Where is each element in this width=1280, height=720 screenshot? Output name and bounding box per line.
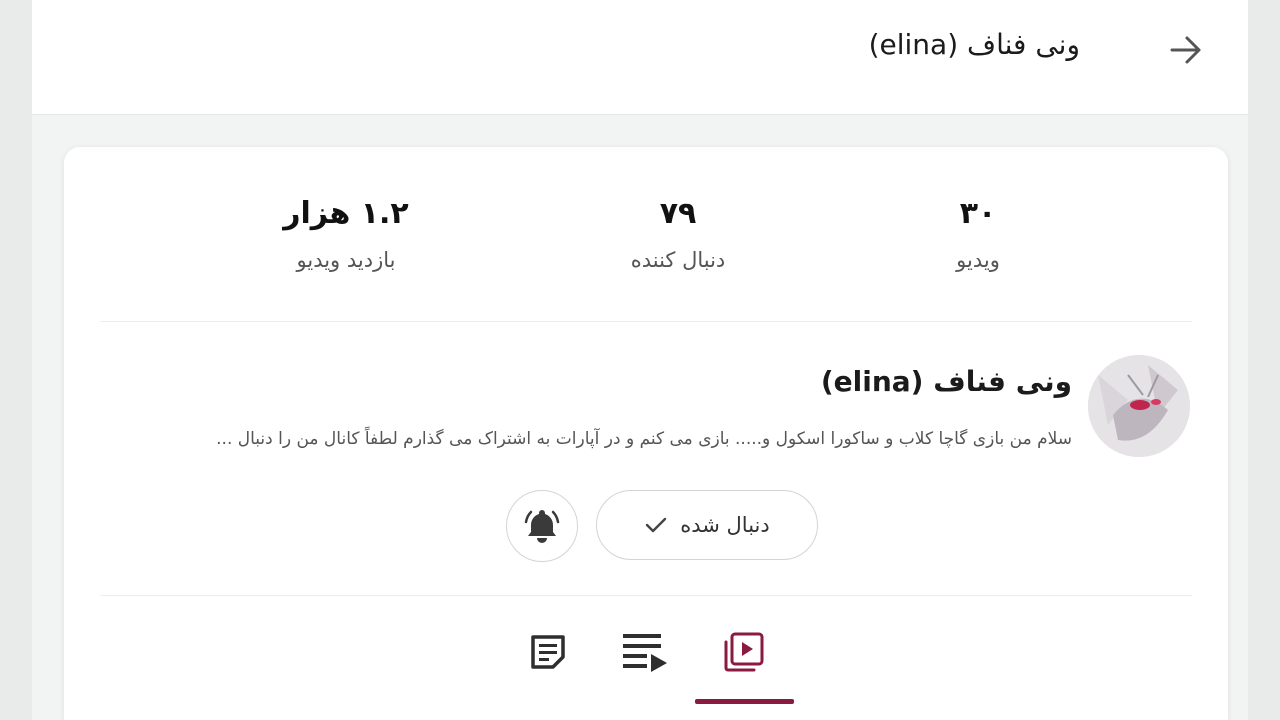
stat-label: بازدید ویدیو (296, 248, 396, 272)
notification-bell-button[interactable] (506, 490, 578, 562)
avatar[interactable] (1088, 355, 1190, 457)
about-icon (531, 635, 565, 669)
tab-playlists[interactable] (620, 627, 670, 677)
avatar-image (1088, 355, 1190, 457)
active-tab-indicator (695, 699, 794, 704)
stat-label: ویدیو (956, 248, 1000, 272)
top-app-bar: ونی فناف (elina) (32, 0, 1248, 115)
stat-value: ۱.۲ هزار (283, 196, 409, 231)
check-icon (646, 517, 667, 533)
left-edge (0, 0, 32, 720)
divider (100, 321, 1192, 322)
channel-card: ۳۰ ویدیو ۷۹ دنبال کننده ۱.۲ هزار بازدید … (64, 147, 1228, 720)
tab-about[interactable] (523, 627, 573, 677)
channel-description: سلام من بازی گاچا کلاب و ساکورا اسکول و.… (216, 429, 1072, 449)
page-title: ونی فناف (elina) (868, 28, 1080, 61)
arrow-right-icon (1170, 36, 1201, 64)
stat-label: دنبال کننده (630, 248, 726, 272)
playlist-icon (623, 634, 667, 672)
stat-value: ۳۰ (959, 196, 997, 231)
tab-videos[interactable] (719, 627, 769, 677)
stat-videos: ۳۰ ویدیو (878, 195, 1078, 273)
follow-button-label: دنبال شده (680, 513, 770, 537)
bell-icon (524, 510, 560, 543)
stat-views: ۱.۲ هزار بازدید ویدیو (246, 195, 446, 273)
divider (100, 595, 1192, 596)
stat-followers: ۷۹ دنبال کننده (578, 195, 778, 273)
videos-icon (724, 632, 764, 672)
right-edge (1248, 0, 1280, 720)
back-button[interactable] (1168, 32, 1204, 68)
stat-value: ۷۹ (659, 196, 697, 231)
following-button[interactable]: دنبال شده (596, 490, 818, 560)
channel-name: ونی فناف (elina) (820, 365, 1072, 398)
